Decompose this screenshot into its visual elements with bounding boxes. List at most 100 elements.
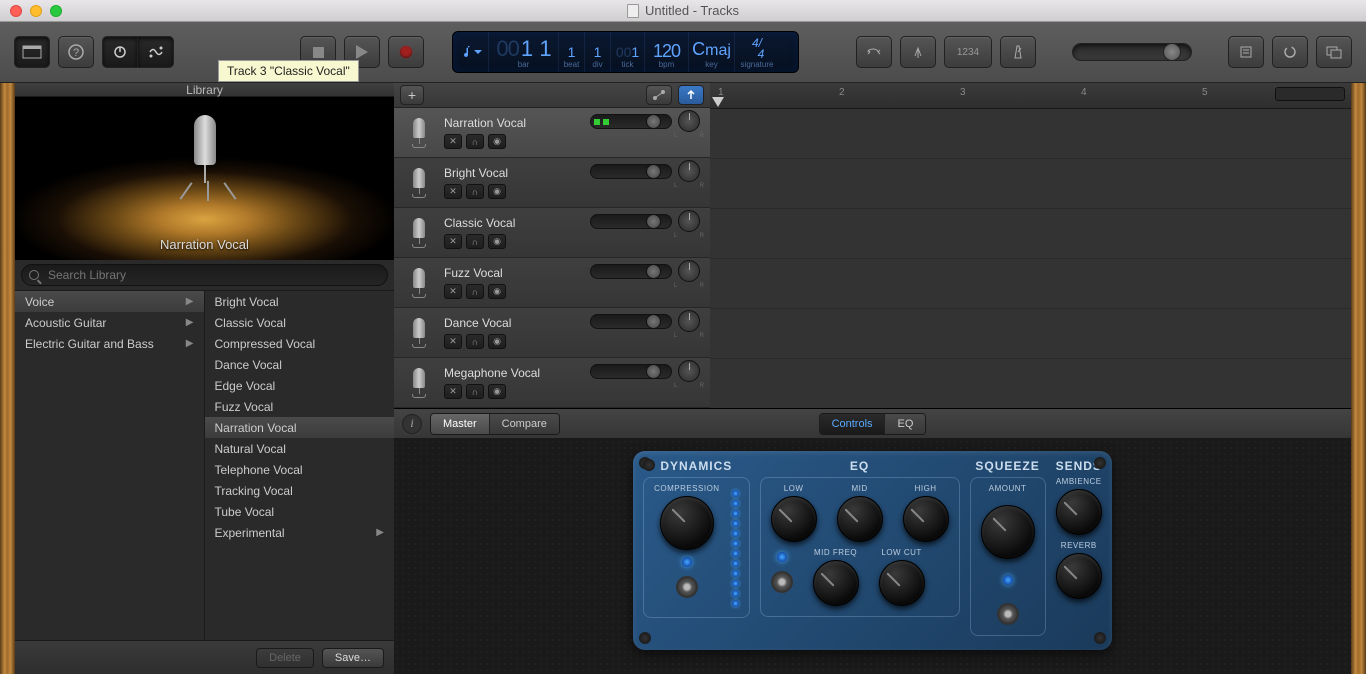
library-toggle-button[interactable] — [14, 36, 50, 68]
preset-item[interactable]: Fuzz Vocal — [205, 396, 395, 417]
category-list[interactable]: Voice▶Acoustic Guitar▶Electric Guitar an… — [15, 291, 205, 640]
mid-knob[interactable] — [837, 496, 883, 542]
preset-item[interactable]: Narration Vocal — [205, 417, 395, 438]
preset-item[interactable]: Bright Vocal — [205, 291, 395, 312]
mute-button[interactable]: ✕ — [444, 134, 462, 149]
playhead-icon[interactable] — [712, 97, 724, 107]
track-row[interactable]: Narration Vocal✕∩◉LR — [394, 108, 710, 158]
quick-help-button[interactable]: ? — [58, 36, 94, 68]
track-row[interactable]: Fuzz Vocal✕∩◉LR — [394, 258, 710, 308]
save-button[interactable]: Save… — [322, 648, 384, 668]
lcd-display[interactable]: 001 1 bar 1beat 1div 001tick 120bpm Cmaj… — [452, 31, 799, 73]
zoom-window-button[interactable] — [50, 5, 62, 17]
volume-thumb[interactable] — [646, 364, 661, 379]
smart-controls-button[interactable] — [102, 36, 138, 68]
track-volume-slider[interactable] — [590, 114, 672, 129]
close-window-button[interactable] — [10, 5, 22, 17]
preset-item[interactable]: Tracking Vocal — [205, 480, 395, 501]
preset-list[interactable]: Bright VocalClassic VocalCompressed Voca… — [205, 291, 395, 640]
input-monitor-button[interactable]: ◉ — [488, 334, 506, 349]
track-volume-slider[interactable] — [590, 164, 672, 179]
preset-item[interactable]: Natural Vocal — [205, 438, 395, 459]
ambience-knob[interactable] — [1056, 489, 1102, 535]
mute-button[interactable]: ✕ — [444, 384, 462, 399]
master-button[interactable]: Master — [431, 414, 490, 434]
high-knob[interactable] — [903, 496, 949, 542]
lowcut-knob[interactable] — [879, 560, 925, 606]
ruler[interactable]: 12345 — [710, 83, 1351, 109]
tuner-button[interactable] — [900, 36, 936, 68]
catch-playhead-button[interactable] — [678, 85, 704, 105]
input-monitor-button[interactable]: ◉ — [488, 184, 506, 199]
volume-thumb[interactable] — [646, 114, 661, 129]
compression-knob[interactable] — [660, 496, 714, 550]
input-monitor-button[interactable]: ◉ — [488, 284, 506, 299]
lcd-div[interactable]: 1div — [585, 32, 611, 72]
metronome-button[interactable] — [1000, 36, 1036, 68]
solo-headphones-button[interactable]: ∩ — [466, 234, 484, 249]
master-volume-slider[interactable] — [1072, 43, 1192, 61]
delete-button[interactable]: Delete — [256, 648, 314, 668]
mute-button[interactable]: ✕ — [444, 184, 462, 199]
volume-thumb[interactable] — [646, 264, 661, 279]
inspector-button[interactable]: i — [402, 414, 422, 434]
search-input[interactable] — [21, 264, 388, 286]
solo-headphones-button[interactable]: ∩ — [466, 384, 484, 399]
preset-item[interactable]: Experimental▶ — [205, 522, 395, 543]
pan-knob[interactable] — [678, 360, 700, 382]
track-volume-slider[interactable] — [590, 214, 672, 229]
preset-item[interactable]: Edge Vocal — [205, 375, 395, 396]
minimize-window-button[interactable] — [30, 5, 42, 17]
horizontal-zoom-slider[interactable] — [1275, 87, 1345, 101]
solo-headphones-button[interactable]: ∩ — [466, 134, 484, 149]
category-item[interactable]: Voice▶ — [15, 291, 204, 312]
mute-button[interactable]: ✕ — [444, 334, 462, 349]
pan-knob[interactable] — [678, 260, 700, 282]
preset-item[interactable]: Tube Vocal — [205, 501, 395, 522]
preset-item[interactable]: Dance Vocal — [205, 354, 395, 375]
editors-button[interactable] — [138, 36, 174, 68]
volume-thumb[interactable] — [646, 214, 661, 229]
solo-headphones-button[interactable]: ∩ — [466, 334, 484, 349]
compare-button[interactable]: Compare — [490, 414, 559, 434]
lcd-mode[interactable] — [453, 32, 489, 72]
tab-controls[interactable]: Controls — [820, 414, 886, 434]
track-row[interactable]: Classic Vocal✕∩◉LR — [394, 208, 710, 258]
pan-knob[interactable] — [678, 160, 700, 182]
midfreq-knob[interactable] — [813, 560, 859, 606]
amount-knob[interactable] — [981, 505, 1035, 559]
pan-knob[interactable] — [678, 210, 700, 232]
arrange-area[interactable] — [710, 109, 1351, 408]
lcd-beat[interactable]: 1beat — [559, 32, 585, 72]
pan-knob[interactable] — [678, 310, 700, 332]
lcd-bpm[interactable]: 120bpm — [645, 32, 689, 72]
lcd-tick[interactable]: 001tick — [611, 32, 645, 72]
notepad-button[interactable] — [1228, 36, 1264, 68]
cycle-button[interactable] — [856, 36, 892, 68]
category-item[interactable]: Acoustic Guitar▶ — [15, 312, 204, 333]
mute-button[interactable]: ✕ — [444, 284, 462, 299]
solo-headphones-button[interactable]: ∩ — [466, 184, 484, 199]
track-volume-slider[interactable] — [590, 264, 672, 279]
volume-thumb[interactable] — [646, 314, 661, 329]
loops-button[interactable] — [1272, 36, 1308, 68]
category-item[interactable]: Electric Guitar and Bass▶ — [15, 333, 204, 354]
mute-button[interactable]: ✕ — [444, 234, 462, 249]
track-row[interactable]: Bright Vocal✕∩◉LR — [394, 158, 710, 208]
reverb-knob[interactable] — [1056, 553, 1102, 599]
lcd-signature[interactable]: 4/4signature — [735, 32, 779, 72]
track-volume-slider[interactable] — [590, 364, 672, 379]
pan-knob[interactable] — [678, 110, 700, 132]
preset-item[interactable]: Compressed Vocal — [205, 333, 395, 354]
track-volume-slider[interactable] — [590, 314, 672, 329]
preset-item[interactable]: Classic Vocal — [205, 312, 395, 333]
volume-thumb[interactable] — [1163, 43, 1181, 61]
track-row[interactable]: Megaphone Vocal✕∩◉LR — [394, 358, 710, 408]
record-button[interactable] — [388, 36, 424, 68]
automation-button[interactable] — [646, 85, 672, 105]
input-monitor-button[interactable]: ◉ — [488, 234, 506, 249]
input-monitor-button[interactable]: ◉ — [488, 384, 506, 399]
lcd-bar[interactable]: 001 1 bar — [489, 32, 559, 72]
preset-item[interactable]: Telephone Vocal — [205, 459, 395, 480]
media-button[interactable] — [1316, 36, 1352, 68]
